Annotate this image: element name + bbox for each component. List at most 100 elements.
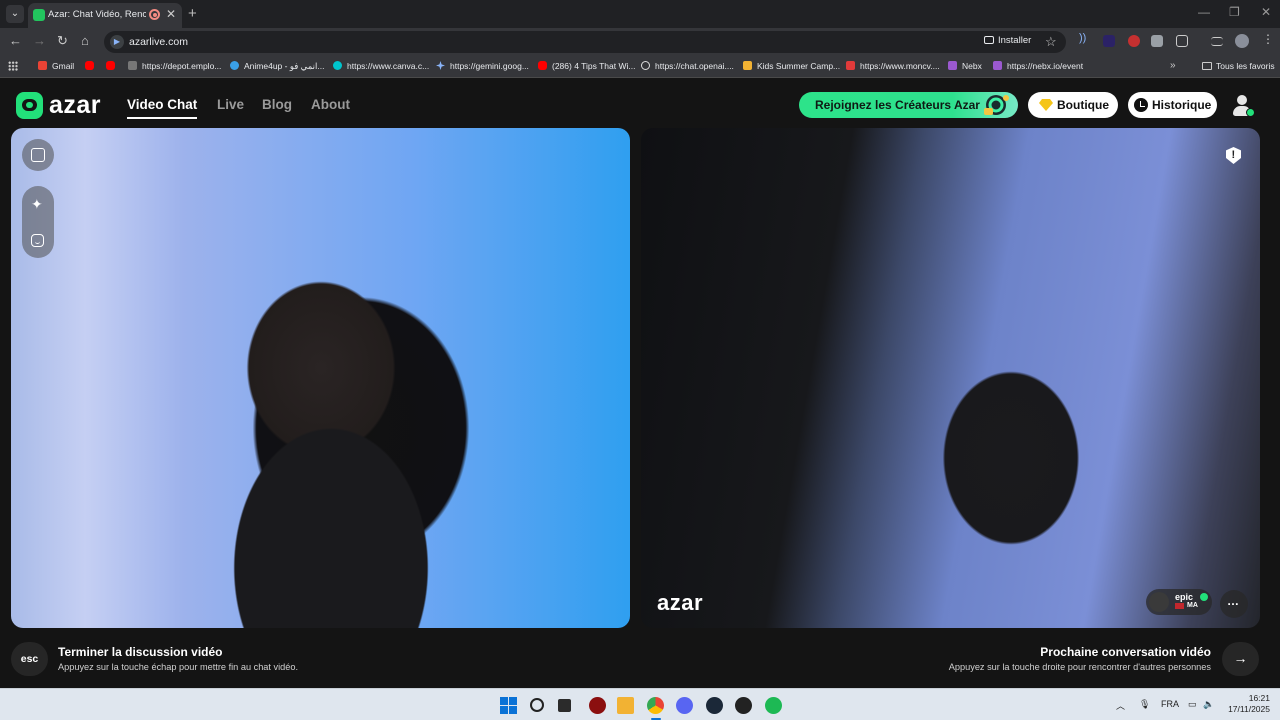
task-view-icon[interactable]: [558, 699, 571, 712]
bookmark-anime4up[interactable]: Anime4up - انمي فو...: [230, 61, 324, 72]
apps-grid-icon[interactable]: [8, 61, 18, 71]
face-icon[interactable]: [31, 234, 44, 247]
sparkle-icon[interactable]: ✦: [31, 197, 43, 211]
extensions-puzzle-icon[interactable]: [1176, 35, 1188, 47]
next-call-title: Prochaine conversation vidéo: [1040, 645, 1211, 659]
peer-info-chip[interactable]: epic MA: [1146, 589, 1212, 615]
extension-purple-icon[interactable]: [1103, 35, 1115, 47]
end-call-title: Terminer la discussion vidéo: [58, 645, 223, 659]
new-tab-button[interactable]: +: [188, 5, 197, 22]
reading-list-icon[interactable]: [1211, 37, 1223, 46]
microphone-icon[interactable]: 🎙: [1139, 699, 1150, 710]
user-avatar[interactable]: [1230, 93, 1255, 117]
next-call-arrow-button[interactable]: →: [1222, 642, 1259, 676]
address-bar-row: ← → ↻ ⌂ ▶ azarlive.com Installer ☆ )) ⋮: [0, 28, 1280, 56]
azar-app: azar Video Chat Live Blog About Rejoigne…: [0, 79, 1280, 688]
extension-grid-icon[interactable]: [1151, 35, 1163, 47]
local-video-feed: ✦: [11, 128, 630, 628]
spotify-icon[interactable]: [765, 697, 782, 714]
taskbar-search-icon[interactable]: [530, 698, 544, 712]
discord-icon[interactable]: [676, 697, 693, 714]
file-explorer-icon[interactable]: [617, 697, 634, 714]
chat-bubble-icon[interactable]: [1220, 590, 1248, 618]
boutique-label: Boutique: [1057, 98, 1109, 112]
bookmark-canva[interactable]: https://www.canva.c...: [333, 61, 429, 71]
bookmark-star-icon[interactable]: ☆: [1045, 34, 1057, 50]
back-button[interactable]: ←: [9, 33, 22, 48]
historique-button[interactable]: Historique: [1128, 92, 1217, 118]
nebx-icon: [993, 61, 1002, 70]
browser-menu-icon[interactable]: ⋮: [1262, 32, 1274, 46]
bookmark-youtube-tips[interactable]: (286) 4 Tips That Wi...: [538, 61, 635, 71]
bookmark-nebx[interactable]: Nebx: [948, 61, 982, 71]
minimize-button[interactable]: —: [1198, 5, 1210, 19]
browser-tab-azar[interactable]: Azar: Chat Vidéo, Rencontr ✕: [28, 3, 182, 28]
next-call-subtitle: Appuyez sur la touche droite pour rencon…: [948, 662, 1211, 672]
anime4up-icon: [230, 61, 239, 70]
expand-icon: [31, 148, 45, 162]
url-input[interactable]: ▶ azarlive.com Installer ☆: [104, 31, 1066, 53]
site-info-icon[interactable]: ▶: [110, 35, 124, 49]
home-button[interactable]: ⌂: [81, 33, 89, 48]
nebx-icon: [948, 61, 957, 70]
clock-time: 16:21: [1248, 693, 1270, 703]
bookmark-youtube-1[interactable]: [85, 61, 99, 71]
avatar-head: [1237, 95, 1247, 105]
volume-icon[interactable]: 🔈: [1203, 699, 1214, 710]
nav-blog[interactable]: Blog: [262, 97, 292, 112]
bookmark-depot[interactable]: https://depot.emplo...: [128, 61, 221, 71]
forward-button[interactable]: →: [33, 33, 46, 48]
bookmark-nebx-event[interactable]: https://nebx.io/event: [993, 61, 1083, 71]
profile-avatar-icon[interactable]: [1235, 34, 1249, 48]
windows-start-icon[interactable]: [500, 697, 517, 714]
gem-icon: [1039, 99, 1053, 111]
system-clock[interactable]: 16:21 17/11/2025: [1226, 693, 1270, 715]
bookmarks-bar: Gmail https://depot.emplo... Anime4up - …: [0, 56, 1280, 78]
clock-date: 17/11/2025: [1228, 704, 1270, 714]
youtube-icon: [538, 61, 547, 70]
url-text: azarlive.com: [129, 36, 188, 48]
remote-screen-content: [641, 148, 819, 628]
azar-logo-text: azar: [49, 91, 102, 119]
bookmarks-overflow-button[interactable]: »: [1170, 60, 1176, 71]
bookmark-gmail[interactable]: Gmail: [38, 61, 74, 71]
join-creators-button[interactable]: Rejoignez les Créateurs Azar: [799, 92, 1018, 118]
nav-live[interactable]: Live: [217, 97, 244, 112]
app-red-icon[interactable]: [589, 697, 606, 714]
tab-search-button[interactable]: ⌄: [6, 5, 24, 23]
creators-badge-icon: [984, 95, 1009, 115]
reload-button[interactable]: ↻: [57, 33, 68, 49]
expand-button[interactable]: [22, 139, 54, 171]
bookmark-kids-camp[interactable]: Kids Summer Camp...: [743, 61, 840, 71]
gemini-icon: [436, 61, 445, 70]
youtube-icon: [85, 61, 94, 70]
restore-button[interactable]: ❐: [1229, 5, 1240, 19]
all-bookmarks-folder[interactable]: Tous les favoris: [1202, 61, 1275, 71]
tab-close-button[interactable]: ✕: [166, 7, 176, 21]
tray-overflow-icon[interactable]: ︿: [1116, 699, 1125, 712]
app-dark-icon[interactable]: [735, 697, 752, 714]
language-indicator[interactable]: FRA: [1161, 699, 1179, 709]
chrome-icon[interactable]: [647, 697, 664, 714]
boutique-button[interactable]: Boutique: [1028, 92, 1118, 118]
report-icon: !: [1231, 149, 1236, 161]
end-call-esc-button[interactable]: esc: [11, 642, 48, 676]
close-window-button[interactable]: ✕: [1261, 5, 1271, 19]
bookmark-moncv[interactable]: https://www.moncv....: [846, 61, 940, 71]
extension-red-icon[interactable]: [1128, 35, 1140, 47]
network-icon[interactable]: ▭: [1188, 699, 1197, 710]
bookmark-youtube-2[interactable]: [106, 61, 120, 71]
bookmark-chatgpt[interactable]: https://chat.openai....: [641, 61, 734, 71]
extension-wave-icon[interactable]: )): [1079, 32, 1091, 44]
canva-icon: [333, 61, 342, 70]
install-app-button[interactable]: Installer: [984, 35, 1031, 46]
nav-about[interactable]: About: [311, 97, 350, 112]
clock-icon: [1134, 98, 1148, 112]
nav-video-chat[interactable]: Video Chat: [127, 97, 198, 119]
bookmark-gemini[interactable]: https://gemini.goog...: [436, 61, 529, 71]
steam-icon[interactable]: [706, 697, 723, 714]
tab-title: Azar: Chat Vidéo, Rencontr: [48, 9, 146, 20]
camp-icon: [743, 61, 752, 70]
morocco-flag-icon: [1175, 603, 1184, 609]
youtube-icon: [106, 61, 115, 70]
